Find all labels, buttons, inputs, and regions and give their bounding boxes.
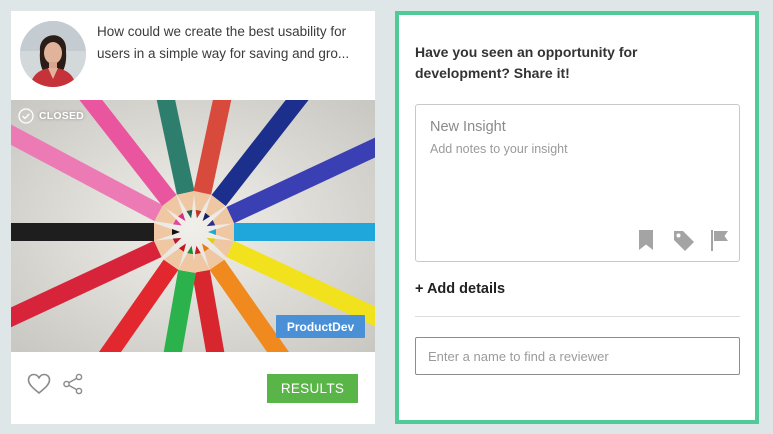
- heart-icon[interactable]: [27, 373, 51, 400]
- panel-prompt: Have you seen an opportunity for develop…: [415, 42, 715, 84]
- share-icon[interactable]: [62, 373, 84, 400]
- results-button[interactable]: RESULTS: [267, 374, 358, 403]
- card-header: How could we create the best usability f…: [11, 11, 375, 101]
- check-circle-icon: [18, 108, 34, 124]
- reviewer-search-input[interactable]: [415, 337, 740, 375]
- insight-editor[interactable]: New Insight Add notes to your insight: [415, 104, 740, 262]
- status-label: CLOSED: [39, 110, 84, 122]
- flag-icon[interactable]: [709, 229, 731, 256]
- share-insight-panel: Have you seen an opportunity for develop…: [395, 11, 759, 424]
- bookmark-icon[interactable]: [637, 229, 655, 256]
- tag-icon[interactable]: [672, 229, 696, 256]
- idea-card: How could we create the best usability f…: [11, 11, 375, 424]
- idea-image[interactable]: CLOSED ProductDev: [11, 100, 375, 352]
- category-tag[interactable]: ProductDev: [276, 315, 365, 338]
- prompt-line-2: development? Share it!: [415, 65, 570, 81]
- status-badge: CLOSED: [18, 108, 84, 124]
- add-details-link[interactable]: + Add details: [415, 281, 505, 297]
- prompt-line-1: Have you seen an opportunity for: [415, 44, 638, 60]
- question-line-2: users in a simple way for saving and gro…: [97, 46, 350, 61]
- avatar: [20, 21, 86, 87]
- insight-tools: [637, 229, 733, 253]
- insight-notes-field[interactable]: Add notes to your insight: [430, 142, 568, 156]
- divider: [415, 316, 740, 317]
- question-text[interactable]: How could we create the best usability f…: [97, 21, 369, 65]
- card-footer: RESULTS: [11, 352, 375, 424]
- question-line-1: How could we create the best usability f…: [97, 24, 347, 39]
- insight-title-field[interactable]: New Insight: [430, 119, 506, 135]
